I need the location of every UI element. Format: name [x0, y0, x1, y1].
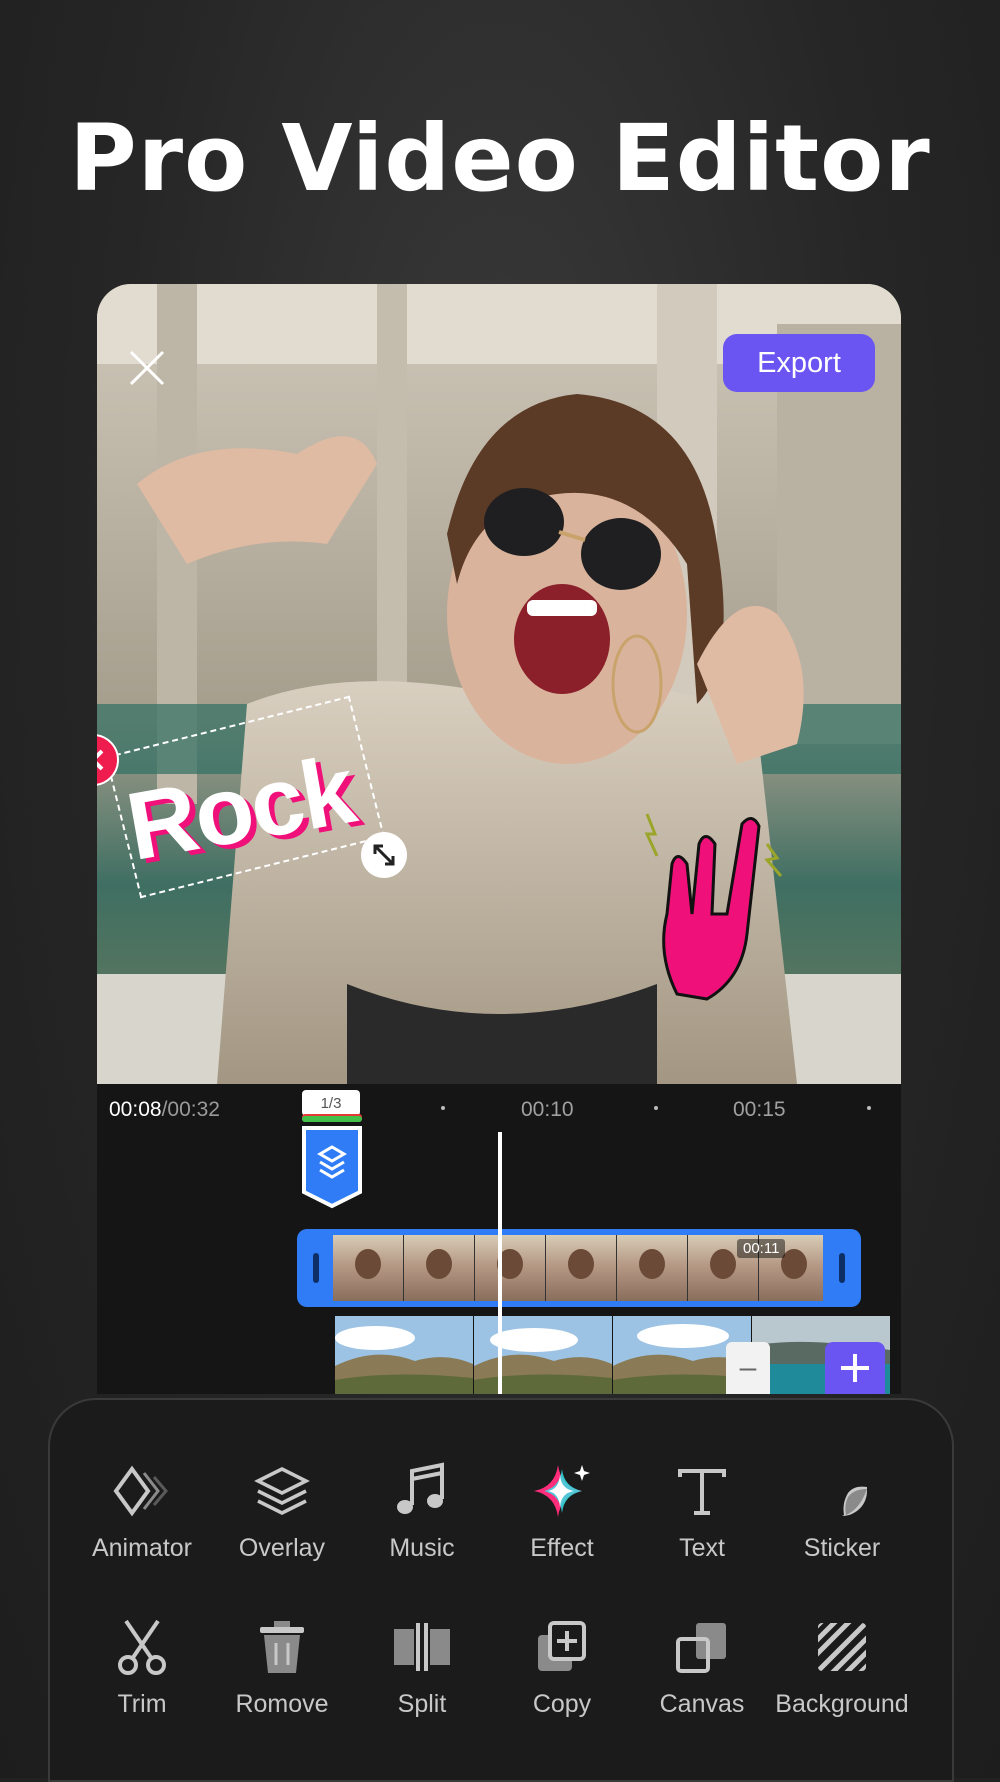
- headline: Pro Video Editor: [69, 105, 931, 212]
- tool-label: Music: [389, 1534, 455, 1562]
- video-preview[interactable]: Export Rock: [97, 284, 901, 1084]
- tick-dot: [441, 1106, 445, 1110]
- tool-label: Canvas: [659, 1690, 745, 1718]
- playhead[interactable]: [498, 1132, 502, 1394]
- landscape-thumb: [474, 1316, 612, 1394]
- tool-animator[interactable]: Animator: [72, 1458, 212, 1563]
- tool-label: Text: [679, 1534, 725, 1562]
- tool-overlay[interactable]: Overlay: [212, 1458, 352, 1563]
- landscape-thumb: [335, 1316, 473, 1394]
- tool-label: Romove: [235, 1690, 329, 1718]
- trim-icon: [118, 1619, 166, 1675]
- tool-music[interactable]: Music: [352, 1458, 492, 1563]
- tool-background[interactable]: Background: [772, 1614, 912, 1719]
- sticker-resize-handle[interactable]: [361, 832, 407, 878]
- remove-icon: [260, 1621, 304, 1673]
- video-clip[interactable]: 00:11: [297, 1229, 861, 1307]
- add-clip-button[interactable]: [825, 1342, 885, 1394]
- overlay-icon: [254, 1467, 310, 1515]
- tool-label: Sticker: [803, 1534, 881, 1562]
- music-icon: [397, 1462, 444, 1514]
- split-icon: [394, 1623, 450, 1671]
- tool-sticker[interactable]: Sticker: [772, 1458, 912, 1563]
- tool-label: Animator: [91, 1534, 193, 1562]
- tick-label: 00:15: [733, 1098, 786, 1121]
- layer-marker[interactable]: [302, 1114, 362, 1210]
- tool-split[interactable]: Split: [352, 1614, 492, 1719]
- tool-canvas[interactable]: Canvas: [632, 1614, 772, 1719]
- clip-trim-handle-left[interactable]: [313, 1253, 319, 1283]
- effect-icon: [534, 1465, 590, 1517]
- text-icon: [678, 1469, 726, 1515]
- tool-panel: Animator Overlay Music Effect Text Stick…: [48, 1398, 954, 1782]
- resize-icon: [373, 844, 395, 866]
- copy-icon: [538, 1621, 586, 1671]
- tick-dot: [867, 1106, 871, 1110]
- tool-label: Split: [397, 1690, 447, 1718]
- tool-label: Copy: [532, 1690, 592, 1718]
- tool-label: Effect: [530, 1534, 594, 1562]
- tool-label: Background: [775, 1690, 909, 1718]
- sticker-icon: [817, 1466, 867, 1516]
- clip-trim-handle-right[interactable]: [839, 1253, 845, 1283]
- tool-text[interactable]: Text: [632, 1458, 772, 1563]
- close-button[interactable]: [125, 346, 169, 390]
- clip-duration: 00:11: [737, 1239, 786, 1258]
- tool-effect[interactable]: Effect: [492, 1458, 632, 1563]
- rock-hand-sticker[interactable]: [637, 804, 787, 1004]
- timeline[interactable]: 00:08/00:32 00:10 00:15 1/3 00:11 –: [97, 1084, 901, 1394]
- editor-screen: Export Rock 00:08/00:32 00:10 00:15 1/3 …: [97, 284, 901, 1394]
- tool-copy[interactable]: Copy: [492, 1614, 632, 1719]
- background-icon: [818, 1623, 866, 1671]
- close-icon: [129, 350, 165, 386]
- close-icon: [97, 749, 104, 771]
- sticker-delete-button[interactable]: [97, 734, 119, 786]
- tick-label: 00:10: [521, 1098, 574, 1121]
- canvas-icon: [676, 1623, 726, 1673]
- animator-icon: [113, 1465, 168, 1517]
- tool-trim[interactable]: Trim: [72, 1614, 212, 1719]
- export-button[interactable]: Export: [723, 334, 875, 392]
- zoom-out-button[interactable]: –: [726, 1342, 770, 1394]
- plus-icon: [841, 1354, 869, 1382]
- current-time: 00:08/00:32: [109, 1098, 220, 1121]
- tick-dot: [654, 1106, 658, 1110]
- background-track[interactable]: [335, 1316, 901, 1394]
- tool-label: Trim: [117, 1690, 167, 1718]
- layer-count-badge: 1/3: [302, 1090, 360, 1116]
- tool-remove[interactable]: Romove: [212, 1614, 352, 1719]
- tool-label: Overlay: [238, 1534, 326, 1562]
